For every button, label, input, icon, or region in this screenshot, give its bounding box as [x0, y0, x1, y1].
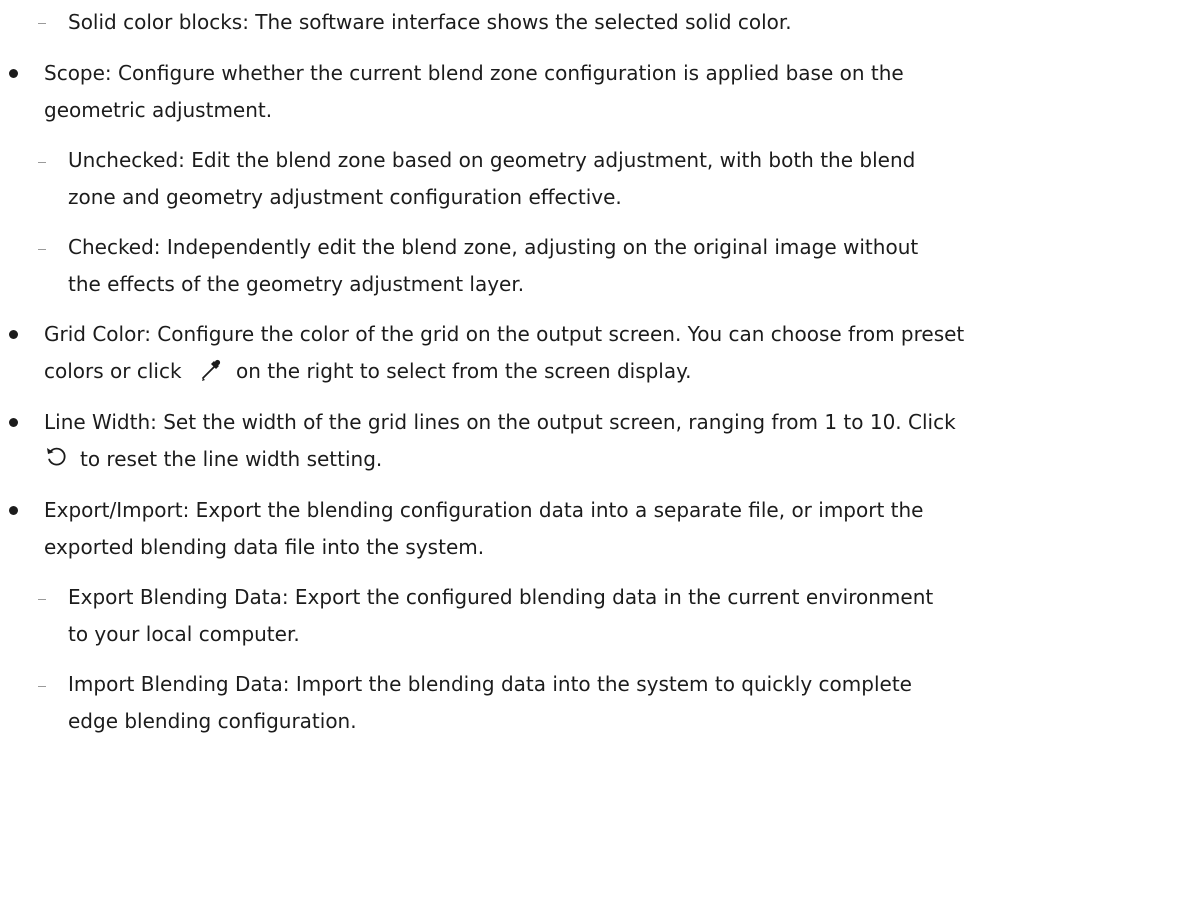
eyedropper-icon [198, 357, 222, 387]
sub-bullet-dash [38, 686, 46, 687]
bullet-dot [9, 506, 18, 515]
bullet-line-width-line-1: Line Width: Set the width of the grid li… [44, 410, 956, 434]
bullet-dot [9, 330, 18, 339]
bullet-scope-line-2: geometric adjustment. [44, 98, 273, 122]
reset-icon [44, 444, 68, 472]
sub-item-import-line-1: Import Blending Data: Import the blendin… [68, 672, 912, 696]
sub-item-export-line-1: Export Blending Data: Export the configu… [68, 585, 934, 609]
sub-bullet-dash [38, 249, 46, 250]
bullet-grid-color-line-2a: colors or click [44, 359, 182, 383]
bullet-dot [9, 418, 18, 427]
sub-bullet-dash [38, 599, 46, 600]
bullet-export-import-line-2: exported blending data file into the sys… [44, 535, 485, 559]
bullet-export-import-line-1: Export/Import: Export the blending confi… [44, 498, 924, 522]
sub-item-import-line-2: edge blending configuration. [68, 709, 357, 733]
bullet-grid-color-line-1: Grid Color: Configure the color of the g… [44, 322, 965, 346]
bullet-scope-line-1: Scope: Configure whether the current ble… [44, 61, 904, 85]
bullet-dot [9, 69, 18, 78]
sub-item-solid-color-blocks: Solid color blocks: The software interfa… [68, 10, 792, 34]
sub-item-unchecked-line-2: zone and geometry adjustment configurati… [68, 185, 622, 209]
sub-bullet-dash [38, 162, 46, 163]
sub-item-checked-line-2: the effects of the geometry adjustment l… [68, 272, 525, 296]
sub-item-checked-line-1: Checked: Independently edit the blend zo… [68, 235, 919, 259]
document-body: Solid color blocks: The software interfa… [0, 0, 1182, 909]
sub-item-export-line-2: to your local computer. [68, 622, 300, 646]
bullet-line-width-line-2: to reset the line width setting. [80, 447, 383, 471]
sub-item-unchecked-line-1: Unchecked: Edit the blend zone based on … [68, 148, 916, 172]
bullet-grid-color-line-2b: on the right to select from the screen d… [236, 359, 692, 383]
sub-bullet-dash [38, 23, 46, 24]
